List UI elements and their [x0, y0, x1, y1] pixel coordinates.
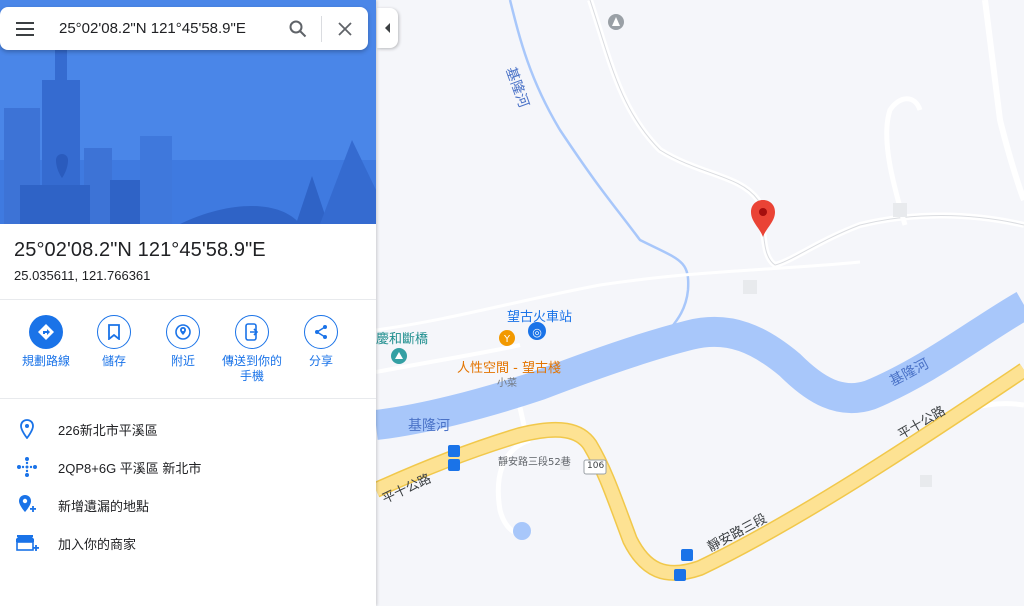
- svg-text:Y: Y: [503, 334, 511, 345]
- pond: [513, 522, 531, 540]
- action-bar: 規劃路線 儲存 附近 傳送到你的手機 分享: [0, 315, 376, 395]
- search-input[interactable]: [50, 7, 275, 50]
- map-label-restaurant-category: 小菜: [497, 378, 517, 389]
- add-place-icon: [19, 495, 36, 512]
- bus-stop: [448, 445, 460, 457]
- road-white-1: [587, 0, 1024, 269]
- plus-code-row[interactable]: 2QP8+6G 平溪區 新北市: [0, 449, 376, 485]
- bookmark-icon: [108, 324, 120, 340]
- stream-line: [508, 0, 690, 346]
- bus-stop: [674, 569, 686, 581]
- send-to-phone-button[interactable]: 傳送到你的手機: [217, 315, 287, 384]
- address-row[interactable]: 226新北市平溪區: [0, 411, 376, 447]
- road-white-4: [375, 260, 861, 332]
- place-title: 25°02'08.2"N 121°45'58.9"E: [14, 239, 266, 261]
- add-business-text: 加入你的商家: [58, 536, 137, 552]
- bus-stop: [448, 459, 460, 471]
- add-missing-place-text: 新增遺漏的地點: [58, 498, 150, 514]
- menu-button[interactable]: [0, 7, 50, 50]
- close-icon: [338, 21, 352, 36]
- directions-label: 規劃路線: [21, 354, 70, 368]
- collapse-panel-button[interactable]: [377, 8, 398, 48]
- directions-icon: [38, 324, 54, 340]
- search-icon: [289, 20, 307, 37]
- menu-icon: [16, 21, 34, 36]
- svg-text:◎: ◎: [532, 326, 542, 339]
- bus-stop: [681, 549, 693, 561]
- directions-button[interactable]: 規劃路線: [11, 315, 81, 369]
- share-button[interactable]: 分享: [286, 315, 356, 369]
- map-label-bridge[interactable]: 慶和斷橋: [376, 328, 428, 347]
- caret-left-icon: [384, 23, 390, 33]
- building: [743, 280, 757, 294]
- selected-location-pin: [751, 200, 775, 237]
- add-business-row[interactable]: 加入你的商家: [0, 525, 376, 561]
- save-label: 儲存: [101, 354, 126, 368]
- building: [920, 475, 932, 487]
- send-to-phone-icon: [245, 323, 259, 341]
- map-label-station[interactable]: 望古火車站: [507, 306, 572, 325]
- side-panel: 25°02'08.2"N 121°45'58.9"E 25.035611, 12…: [0, 0, 376, 606]
- divider: [0, 299, 376, 300]
- building: [893, 203, 907, 217]
- add-business-icon: [16, 535, 39, 551]
- send-to-phone-label: 傳送到你的手機: [221, 354, 282, 383]
- road-white-2: [982, 0, 1024, 202]
- save-button[interactable]: 儲存: [79, 315, 149, 369]
- search-button[interactable]: [275, 7, 321, 50]
- nearby-icon: [175, 324, 191, 340]
- share-label: 分享: [308, 354, 333, 368]
- location-pin-icon: [20, 419, 34, 439]
- road-white-1-edge: [589, 0, 1024, 266]
- address-text: 226新北市平溪區: [58, 422, 158, 438]
- map-label-river: 基隆河: [408, 418, 450, 434]
- map-label-lane: 靜安路三段52巷: [498, 457, 571, 468]
- add-missing-place-row[interactable]: 新增遺漏的地點: [0, 487, 376, 523]
- route-number: 106: [587, 461, 605, 471]
- nearby-button[interactable]: 附近: [148, 315, 218, 369]
- plus-code-text: 2QP8+6G 平溪區 新北市: [58, 460, 202, 476]
- nearby-label: 附近: [170, 354, 195, 368]
- place-coordinates: 25.035611, 121.766361: [14, 268, 151, 283]
- search-box: [0, 7, 368, 50]
- plus-code-icon: [17, 457, 37, 477]
- clear-search-button[interactable]: [322, 7, 368, 50]
- share-icon: [315, 325, 327, 339]
- divider: [0, 398, 376, 399]
